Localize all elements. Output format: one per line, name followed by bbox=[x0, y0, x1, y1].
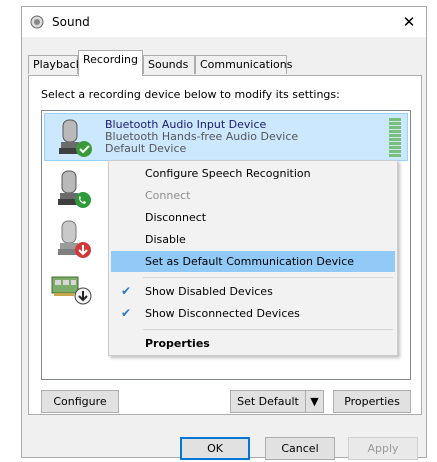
menu-item-disable[interactable]: Disable bbox=[111, 229, 395, 250]
level-meter bbox=[389, 118, 401, 158]
title-bar: Sound ✕ bbox=[22, 7, 426, 37]
menu-item-properties[interactable]: Properties bbox=[111, 333, 395, 354]
apply-button[interactable]: Apply bbox=[348, 437, 418, 460]
speaker-icon bbox=[30, 15, 44, 29]
sound-card-icon bbox=[51, 276, 92, 305]
window-title: Sound bbox=[52, 15, 90, 29]
set-default-label: Set Default bbox=[237, 395, 299, 408]
menu-item-connect[interactable]: Connect bbox=[111, 185, 395, 206]
ok-button[interactable]: OK bbox=[180, 437, 250, 460]
menu-separator bbox=[143, 329, 393, 330]
menu-item-label: Show Disconnected Devices bbox=[145, 307, 300, 320]
green-check-badge-icon bbox=[76, 141, 92, 157]
tab-communications[interactable]: Communications bbox=[195, 55, 292, 74]
menu-item-disconnect[interactable]: Disconnect bbox=[111, 207, 395, 228]
tab-sounds[interactable]: Sounds bbox=[143, 55, 195, 74]
close-button[interactable]: ✕ bbox=[400, 13, 418, 31]
context-menu: Configure Speech Recognition Connect Dis… bbox=[108, 160, 398, 356]
tab-playback[interactable]: Playback bbox=[28, 55, 82, 74]
configure-button[interactable]: Configure bbox=[41, 390, 119, 413]
microphone-icon bbox=[59, 119, 92, 157]
set-default-button[interactable]: Set Default ▼ bbox=[230, 390, 324, 413]
set-default-dropdown-arrow[interactable]: ▼ bbox=[305, 391, 323, 412]
microphone-icon bbox=[58, 170, 91, 208]
device-status: Default Device bbox=[105, 142, 187, 155]
menu-item-configure-speech[interactable]: Configure Speech Recognition bbox=[111, 163, 395, 184]
menu-item-label: Show Disabled Devices bbox=[145, 285, 273, 298]
menu-item-show-disabled[interactable]: ✔ Show Disabled Devices bbox=[111, 281, 395, 302]
checkmark-icon: ✔ bbox=[121, 284, 132, 298]
properties-button[interactable]: Properties bbox=[333, 390, 411, 413]
menu-separator bbox=[143, 277, 393, 278]
checkmark-icon: ✔ bbox=[121, 306, 132, 320]
cancel-button[interactable]: Cancel bbox=[265, 437, 335, 460]
instruction-text: Select a recording device below to modif… bbox=[41, 88, 340, 101]
menu-item-show-disconnected[interactable]: ✔ Show Disconnected Devices bbox=[111, 303, 395, 324]
green-phone-badge-icon bbox=[75, 192, 91, 208]
device-item-bluetooth[interactable]: Bluetooth Audio Input Device Bluetooth H… bbox=[44, 113, 408, 161]
tab-recording[interactable]: Recording bbox=[78, 50, 143, 76]
microphone-icon bbox=[58, 220, 91, 258]
menu-item-set-default-communication[interactable]: Set as Default Communication Device bbox=[111, 251, 395, 272]
